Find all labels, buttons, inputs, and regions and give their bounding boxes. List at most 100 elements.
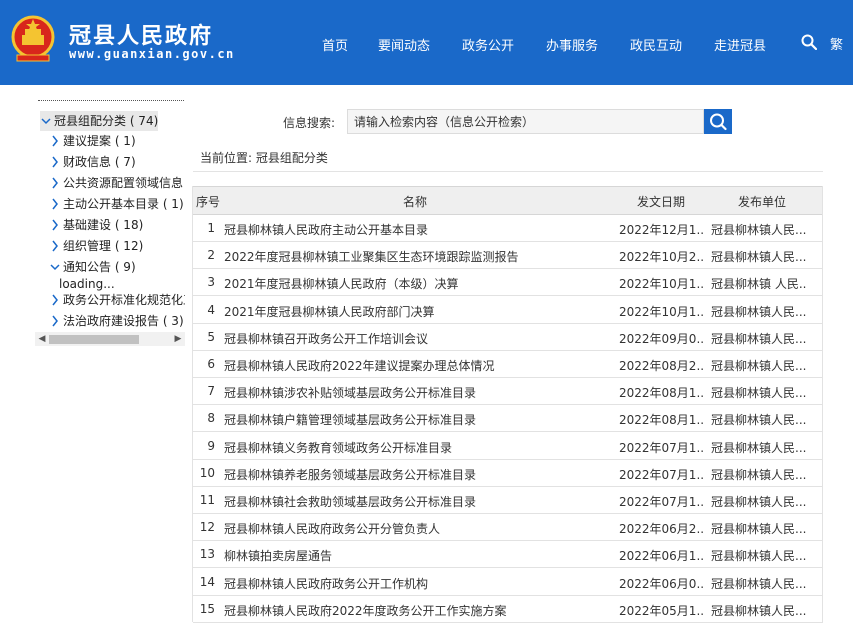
row-date: 2022年07月1...: [619, 495, 704, 509]
row-date: 2022年09月0...: [619, 331, 704, 346]
row-date: 2022年08月2...: [619, 359, 704, 373]
tree-item-label: 法治政府建设报告 ( 3): [63, 314, 184, 328]
row-publisher: 冠县柳林镇人民...: [711, 467, 807, 482]
nav-home[interactable]: 首页: [322, 35, 348, 54]
table-row[interactable]: 2 2022年度冠县柳林镇工业聚集区生态环境跟踪监测报告 2022年10月2... 冠…: [193, 241, 823, 270]
row-title-link[interactable]: 冠县柳林镇人民政府2022年建议提案办理总体情况: [224, 357, 609, 374]
national-emblem-icon: [11, 15, 55, 62]
tree-root-item[interactable]: 冠县组配分类 ( 74): [40, 111, 159, 131]
search-button[interactable]: [704, 109, 732, 134]
tree-item[interactable]: 政务公开标准化规范化工: [49, 290, 185, 310]
table-row[interactable]: 3 2021年度冠县柳林镇人民政府（本级）决算 2022年10月1... 冠县柳林镇 …: [193, 268, 823, 297]
tree-horizontal-scrollbar[interactable]: ◀ ▶: [35, 332, 185, 346]
row-date: 2022年12月1...: [619, 223, 704, 237]
row-publisher: 冠县柳林镇人民...: [711, 250, 807, 265]
table-row[interactable]: 15 冠县柳林镇人民政府2022年度政务公开工作实施方案 2022年05月1... 冠…: [193, 595, 823, 623]
row-publisher: 冠县柳林镇人民...: [711, 495, 807, 509]
nav-gov-open[interactable]: 政务公开: [462, 35, 514, 54]
scroll-right-icon[interactable]: ▶: [171, 332, 185, 346]
tree-item-label: loading...: [59, 277, 115, 291]
row-title-link[interactable]: 冠县柳林镇人民政府主动公开基本目录: [224, 221, 609, 238]
row-date: 2022年06月2...: [619, 522, 704, 537]
chevron-right-icon[interactable]: [49, 131, 63, 151]
chevron-down-icon[interactable]: [40, 111, 54, 131]
search-icon[interactable]: [801, 34, 817, 50]
breadcrumb: 当前位置: 冠县组配分类: [200, 151, 328, 165]
row-title-link[interactable]: 冠县柳林镇社会救助领域基层政务公开标准目录: [224, 493, 609, 510]
table-row[interactable]: 8 冠县柳林镇户籍管理领域基层政务公开标准目录 2022年08月1... 冠县柳林镇人…: [193, 404, 823, 433]
scroll-left-icon[interactable]: ◀: [35, 332, 49, 346]
row-publisher: 冠县柳林镇人民...: [711, 413, 807, 428]
chevron-right-icon[interactable]: [49, 215, 63, 235]
scrollbar-thumb[interactable]: [49, 335, 139, 344]
site-header: 冠县人民政府 www.guanxian.gov.cn 首页 要闻动态 政务公开 …: [0, 0, 853, 85]
chevron-right-icon[interactable]: [49, 236, 63, 256]
row-title-link[interactable]: 冠县柳林镇涉农补贴领域基层政务公开标准目录: [224, 384, 609, 401]
row-number: 11: [199, 493, 215, 507]
table-row[interactable]: 9 冠县柳林镇义务教育领域政务公开标准目录 2022年07月1... 冠县柳林镇人民.…: [193, 432, 823, 460]
row-publisher: 冠县柳林镇人民...: [711, 304, 807, 319]
row-title-link[interactable]: 冠县柳林镇人民政府2022年度政务公开工作实施方案: [224, 602, 609, 619]
row-publisher: 冠县柳林镇人民...: [711, 440, 807, 455]
nav-interaction[interactable]: 政民互动: [630, 35, 682, 54]
row-publisher: 冠县柳林镇人民...: [711, 603, 807, 618]
table-row[interactable]: 1 冠县柳林镇人民政府主动公开基本目录 2022年12月1... 冠县柳林镇人民...: [193, 214, 823, 242]
table-border: [822, 186, 823, 622]
header-name: 名称: [403, 195, 428, 209]
table-row[interactable]: 6 冠县柳林镇人民政府2022年建议提案办理总体情况 2022年08月2... 冠县柳…: [193, 350, 823, 378]
nav-about[interactable]: 走进冠县: [714, 35, 766, 54]
chevron-right-icon[interactable]: [49, 194, 63, 214]
row-title-link[interactable]: 冠县柳林镇召开政务公开工作培训会议: [224, 330, 609, 347]
row-number: 2: [207, 248, 215, 263]
row-number: 9: [207, 438, 215, 453]
site-title[interactable]: 冠县人民政府: [69, 18, 213, 50]
row-title-link[interactable]: 2021年度冠县柳林镇人民政府部门决算: [224, 303, 609, 320]
table-row[interactable]: 13 柳林镇拍卖房屋通告 2022年06月1... 冠县柳林镇人民...: [193, 540, 823, 569]
chevron-right-icon[interactable]: [49, 290, 63, 310]
row-title-link[interactable]: 冠县柳林镇户籍管理领域基层政务公开标准目录: [224, 411, 609, 428]
row-date: 2022年07月1...: [619, 467, 704, 482]
tree-item-label: 公共资源配置领域信息 (: [63, 176, 185, 190]
tree-item[interactable]: 公共资源配置领域信息 (: [49, 173, 185, 193]
header-date: 发文日期: [637, 195, 686, 209]
nav-services[interactable]: 办事服务: [546, 35, 598, 54]
table-row[interactable]: 4 2021年度冠县柳林镇人民政府部门决算 2022年10月1... 冠县柳林镇人民.…: [193, 296, 823, 324]
table-border: [192, 186, 193, 622]
chevron-right-icon[interactable]: [49, 173, 63, 193]
table-row[interactable]: 5 冠县柳林镇召开政务公开工作培训会议 2022年09月0... 冠县柳林镇人民...: [193, 323, 823, 351]
traditional-chinese-toggle[interactable]: 繁: [830, 34, 843, 53]
chevron-right-icon[interactable]: [49, 152, 63, 172]
table-row[interactable]: 12 冠县柳林镇人民政府政务公开分管负责人 2022年06月2... 冠县柳林镇人民.…: [193, 513, 823, 542]
nav-news[interactable]: 要闻动态: [378, 35, 430, 54]
row-title-link[interactable]: 2021年度冠县柳林镇人民政府（本级）决算: [224, 275, 609, 292]
tree-item[interactable]: 主动公开基本目录 ( 1): [49, 194, 184, 214]
header-unit: 发布单位: [738, 195, 787, 209]
row-publisher: 冠县柳林镇人民...: [711, 223, 807, 237]
tree-item[interactable]: 基础建设 ( 18): [49, 215, 143, 235]
table-row[interactable]: 7 冠县柳林镇涉农补贴领域基层政务公开标准目录 2022年08月1... 冠县柳林镇人…: [193, 377, 823, 406]
chevron-right-icon[interactable]: [49, 311, 63, 331]
tree-item[interactable]: 组织管理 ( 12): [49, 236, 143, 256]
row-title-link[interactable]: 冠县柳林镇义务教育领域政务公开标准目录: [224, 439, 609, 456]
row-date: 2022年08月1...: [619, 413, 704, 428]
tree-item-label: 通知公告 ( 9): [63, 260, 136, 274]
row-title-link[interactable]: 柳林镇拍卖房屋通告: [224, 547, 609, 564]
search-label: 信息搜索:: [283, 116, 336, 130]
row-date: 2022年06月0...: [619, 576, 704, 591]
row-publisher: 冠县柳林镇人民...: [711, 549, 807, 564]
tree-item-label: 组织管理 ( 12): [63, 239, 144, 253]
row-title-link[interactable]: 冠县柳林镇养老服务领域基层政务公开标准目录: [224, 466, 609, 483]
row-title-link[interactable]: 冠县柳林镇人民政府政务公开工作机构: [224, 575, 609, 592]
tree-item[interactable]: 财政信息 ( 7): [49, 152, 136, 172]
row-title-link[interactable]: 2022年度冠县柳林镇工业聚集区生态环境跟踪监测报告: [224, 248, 609, 265]
table-row[interactable]: 14 冠县柳林镇人民政府政务公开工作机构 2022年06月0... 冠县柳林镇人民..…: [193, 568, 823, 596]
breadcrumb-divider: [193, 171, 823, 172]
table-row[interactable]: 10 冠县柳林镇养老服务领域基层政务公开标准目录 2022年07月1... 冠县柳林镇…: [193, 459, 823, 487]
row-number: 14: [199, 574, 215, 589]
tree-item[interactable]: 建议提案 ( 1): [49, 131, 136, 151]
table-row[interactable]: 11 冠县柳林镇社会救助领域基层政务公开标准目录 2022年07月1... 冠县柳林镇…: [193, 486, 823, 514]
tree-list: 冠县组配分类 ( 74) 建议提案 ( 1) 财政信息 ( 7) 公共资源配置领域信息…: [35, 102, 185, 332]
search-input[interactable]: [347, 109, 704, 134]
row-title-link[interactable]: 冠县柳林镇人民政府政务公开分管负责人: [224, 520, 609, 537]
tree-item[interactable]: 法治政府建设报告 ( 3): [49, 311, 184, 331]
